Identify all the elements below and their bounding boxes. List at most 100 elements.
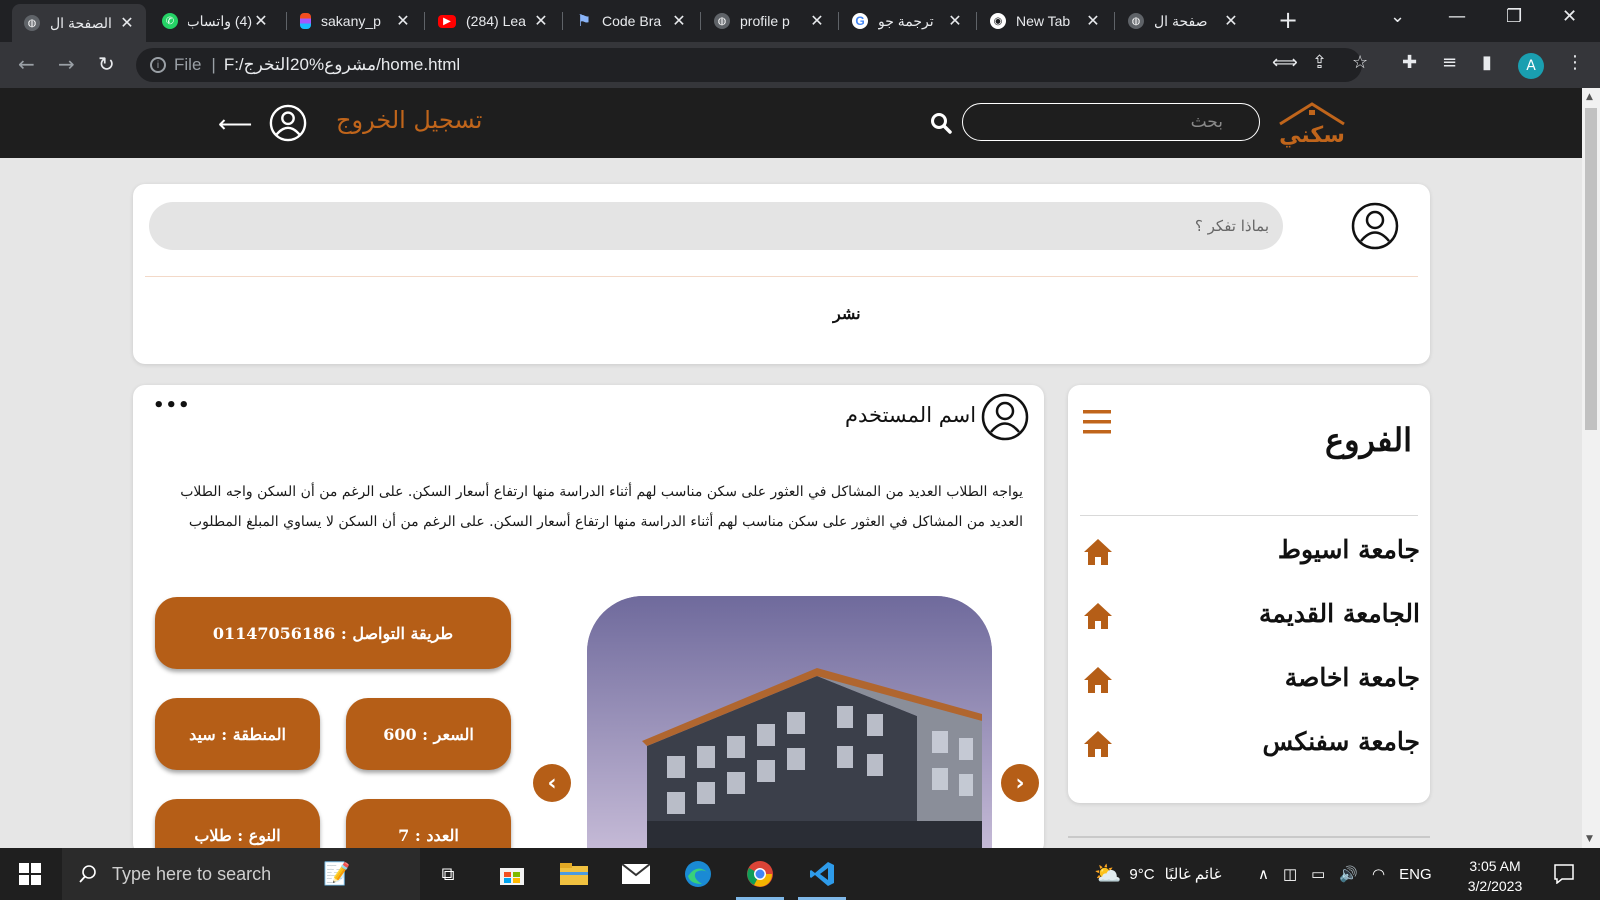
translate-icon[interactable]: ⟺ bbox=[1272, 52, 1298, 73]
tab-youtube[interactable]: ▶ (284) Lea ✕ bbox=[426, 7, 560, 35]
weather-text: غائم غالبًا bbox=[1164, 866, 1222, 883]
globe-icon: ◍ bbox=[714, 13, 730, 29]
tab-codebra[interactable]: ⚑ Code Bra ✕ bbox=[564, 7, 698, 35]
tab-new-tab[interactable]: ◉ New Tab ✕ bbox=[978, 7, 1112, 35]
page-scrollbar[interactable]: ▲ ▼ bbox=[1582, 88, 1600, 848]
user-avatar-icon bbox=[981, 393, 1029, 441]
taskbar-search-box[interactable]: Type here to search 📝 bbox=[62, 848, 420, 900]
svg-text:سكني: سكني bbox=[1279, 123, 1345, 148]
url-divider: | bbox=[211, 55, 216, 74]
search-icon[interactable] bbox=[930, 112, 952, 134]
restore-button[interactable]: ❐ bbox=[1506, 6, 1522, 27]
search-icon bbox=[79, 865, 96, 883]
mail-icon[interactable] bbox=[620, 858, 652, 890]
scroll-down-arrow-icon[interactable]: ▼ bbox=[1586, 834, 1593, 844]
microsoft-store-icon[interactable] bbox=[496, 858, 528, 890]
volume-icon[interactable]: 🔊 bbox=[1339, 865, 1358, 883]
side-panel-icon[interactable]: ▮ bbox=[1482, 52, 1492, 73]
share-icon[interactable]: ⇪ bbox=[1312, 52, 1327, 73]
next-image-button[interactable]: › bbox=[1001, 764, 1039, 802]
close-icon[interactable]: ✕ bbox=[670, 11, 688, 31]
clock-date: 3/2/2023 bbox=[1467, 878, 1523, 894]
forward-arrow-icon[interactable]: → bbox=[58, 52, 75, 76]
close-icon[interactable]: ✕ bbox=[946, 11, 964, 31]
new-tab-button[interactable]: + bbox=[1278, 6, 1298, 34]
branch-item[interactable]: الجامعة القديمة bbox=[1080, 599, 1420, 639]
chevron-up-icon[interactable]: ∧ bbox=[1258, 865, 1269, 883]
close-icon[interactable]: ✕ bbox=[394, 11, 412, 31]
meet-now-icon[interactable]: ◫ bbox=[1283, 865, 1297, 883]
back-arrow-icon[interactable]: ⟵ bbox=[218, 110, 252, 138]
apartment-photo bbox=[587, 596, 992, 848]
profile-avatar[interactable]: A bbox=[1518, 53, 1544, 79]
close-icon[interactable]: ✕ bbox=[252, 11, 270, 31]
close-window-button[interactable]: ✕ bbox=[1562, 6, 1577, 27]
tab-title: الصفحة ال bbox=[50, 14, 112, 31]
type-badge: النوع : طلاب bbox=[155, 799, 320, 848]
browser-tab-strip: ◍ الصفحة ال ✕ ✆ (4) واتساب ✕ sakany_p ✕ … bbox=[0, 0, 1600, 42]
post-composer: نشر bbox=[133, 184, 1430, 364]
close-icon[interactable]: ✕ bbox=[808, 11, 826, 31]
close-icon[interactable]: ✕ bbox=[532, 11, 550, 31]
user-avatar-icon bbox=[1351, 202, 1399, 250]
hamburger-menu-icon[interactable] bbox=[1083, 408, 1113, 436]
address-bar[interactable]: i File | F:/مشروع%20التخرج/home.html bbox=[136, 48, 1362, 82]
chrome-icon[interactable] bbox=[744, 858, 776, 890]
site-header: سكني تسجيل الخروج ⟵ bbox=[0, 88, 1582, 158]
star-icon[interactable]: ☆ bbox=[1352, 52, 1368, 73]
wifi-icon[interactable]: ◠ bbox=[1372, 865, 1385, 883]
tab-home[interactable]: ◍ الصفحة ال ✕ bbox=[12, 4, 146, 42]
minimize-button[interactable]: — bbox=[1448, 6, 1466, 27]
vscode-icon[interactable] bbox=[806, 858, 838, 890]
close-icon[interactable]: ✕ bbox=[1084, 11, 1102, 31]
tab-title: صفحة ال bbox=[1154, 12, 1208, 29]
tab-translate[interactable]: G ترجمة جو ✕ bbox=[840, 7, 974, 35]
site-search-input[interactable] bbox=[963, 104, 1259, 140]
branch-item[interactable]: جامعة سفنكس bbox=[1080, 727, 1420, 767]
tab-title: sakany_p bbox=[321, 13, 381, 29]
tab-page[interactable]: ◍ صفحة ال ✕ bbox=[1116, 7, 1250, 35]
language-indicator[interactable]: ENG bbox=[1399, 866, 1432, 883]
chrome-icon: ◉ bbox=[990, 13, 1006, 29]
more-options-icon[interactable]: ••• bbox=[153, 395, 191, 416]
globe-icon: ◍ bbox=[1128, 13, 1144, 29]
battery-icon[interactable]: ▭ bbox=[1311, 865, 1325, 883]
branch-item[interactable]: جامعة اخاصة bbox=[1080, 663, 1420, 703]
clock[interactable]: 3:05 AM 3/2/2023 bbox=[1462, 856, 1528, 896]
windows-start-icon[interactable] bbox=[14, 858, 46, 890]
back-arrow-icon[interactable]: ← bbox=[18, 52, 35, 76]
scrollbar-thumb[interactable] bbox=[1585, 108, 1597, 430]
sakany-logo[interactable]: سكني bbox=[1272, 98, 1352, 148]
menu-dots-icon[interactable]: ⋮ bbox=[1566, 52, 1584, 73]
publish-button[interactable]: نشر bbox=[833, 304, 861, 323]
cloudy-weather-icon: ⛅ bbox=[1094, 861, 1122, 886]
weather-widget[interactable]: ⛅ 9°C غائم غالبًا bbox=[1094, 848, 1221, 900]
task-view-icon[interactable]: ⧉ bbox=[432, 858, 464, 890]
close-icon[interactable]: ✕ bbox=[1222, 11, 1240, 31]
weather-temp: 9°C bbox=[1129, 865, 1155, 883]
reload-icon[interactable]: ↻ bbox=[98, 52, 115, 76]
branch-label: جامعة اسيوط bbox=[1277, 535, 1420, 564]
prev-image-button[interactable]: ‹ bbox=[533, 764, 571, 802]
file-explorer-icon[interactable] bbox=[558, 858, 590, 890]
whats-on-your-mind-input[interactable] bbox=[149, 202, 1283, 250]
tab-figma[interactable]: sakany_p ✕ bbox=[288, 7, 422, 35]
tab-separator bbox=[286, 12, 287, 30]
branch-label: جامعة اخاصة bbox=[1284, 663, 1420, 692]
close-icon[interactable]: ✕ bbox=[118, 13, 136, 33]
tab-profile[interactable]: ◍ profile p ✕ bbox=[702, 7, 836, 35]
edge-icon[interactable] bbox=[682, 858, 714, 890]
user-icon[interactable] bbox=[269, 104, 307, 142]
extensions-icon[interactable]: ✚ bbox=[1402, 52, 1417, 73]
tab-whatsapp[interactable]: ✆ (4) واتساب ✕ bbox=[150, 7, 280, 35]
building-image bbox=[587, 596, 992, 848]
tab-separator bbox=[976, 12, 977, 30]
notifications-icon[interactable] bbox=[1548, 858, 1580, 890]
post-username[interactable]: اسم المستخدم bbox=[845, 403, 976, 427]
media-icon[interactable]: ≡ bbox=[1442, 52, 1457, 73]
logout-link[interactable]: تسجيل الخروج bbox=[336, 106, 482, 134]
scroll-up-arrow-icon[interactable]: ▲ bbox=[1586, 92, 1593, 102]
branch-item[interactable]: جامعة اسيوط bbox=[1080, 535, 1420, 575]
tab-search-chevron-icon[interactable]: ⌄ bbox=[1390, 6, 1405, 27]
info-icon[interactable]: i bbox=[150, 57, 166, 73]
